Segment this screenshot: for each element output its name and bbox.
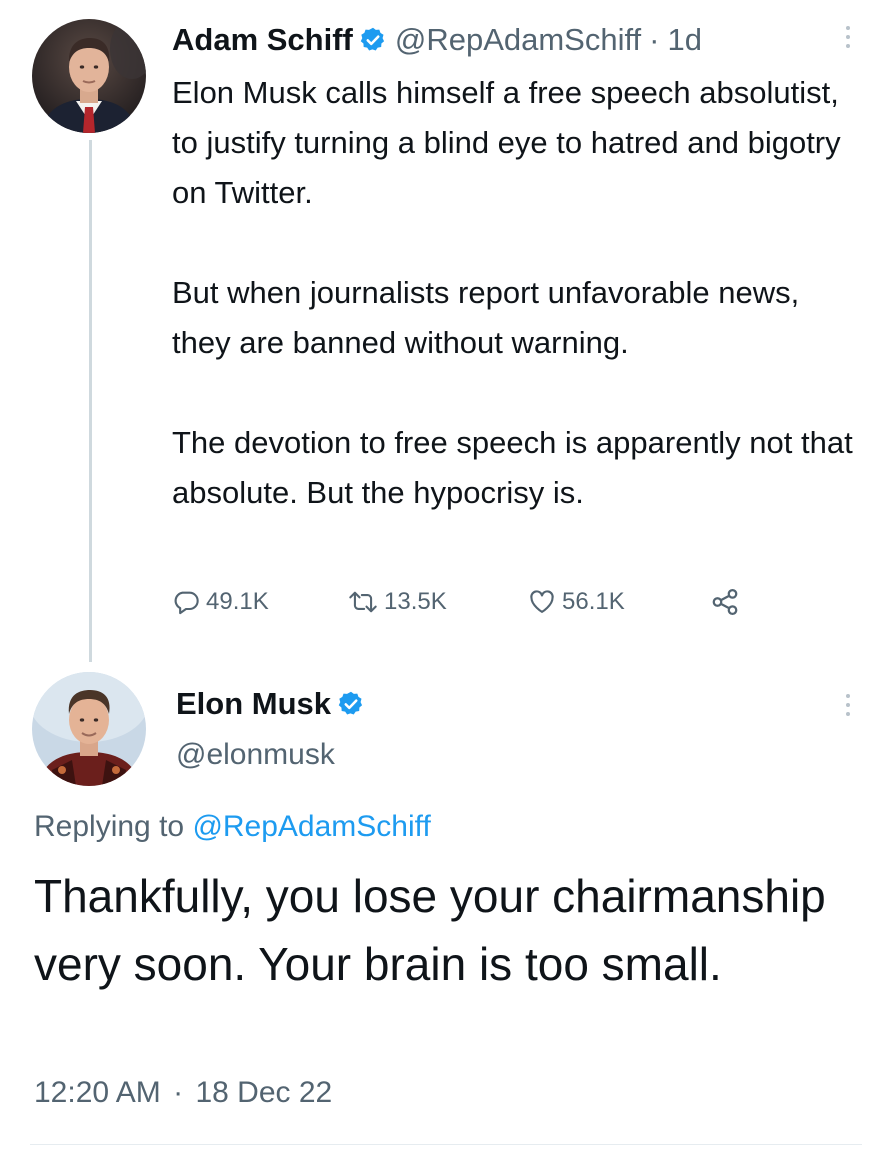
share-button[interactable] <box>710 584 740 620</box>
author-name[interactable]: Adam Schiff <box>172 22 353 58</box>
reply-icon <box>172 588 200 616</box>
like-button[interactable]: 56.1K <box>528 584 625 620</box>
like-icon <box>528 588 556 616</box>
reply-author-row: Elon Musk <box>176 682 373 726</box>
replying-to-line: Replying to @RepAdamSchiff <box>34 810 431 844</box>
verified-badge-icon <box>359 26 387 54</box>
meta-separator: · <box>649 22 660 57</box>
parent-tweet-text: Elon Musk calls himself a free speech ab… <box>172 68 862 518</box>
avatar-elon-musk[interactable] <box>32 672 146 786</box>
thread-connector-line <box>89 140 92 662</box>
tweet-date: 18 Dec 22 <box>195 1076 333 1109</box>
share-icon <box>710 587 740 617</box>
parent-tweet-header: Adam Schiff @RepAdamSchiff · 1d <box>172 18 702 62</box>
tweet-time: 12:20 AM <box>34 1076 161 1109</box>
retweet-button[interactable]: 13.5K <box>348 584 447 620</box>
reply-tweet-text: Thankfully, you lose your chairmanship v… <box>34 870 826 990</box>
reply-count: 49.1K <box>206 588 269 615</box>
like-count: 56.1K <box>562 588 625 615</box>
tweet-thread-screenshot: Adam Schiff @RepAdamSchiff · 1d Elon Mus… <box>0 0 890 1155</box>
tweet-paragraph-2: But when journalists report unfavorable … <box>172 275 800 360</box>
replying-to-mention[interactable]: @RepAdamSchiff <box>192 810 430 843</box>
reply-button[interactable]: 49.1K <box>172 584 269 620</box>
divider <box>30 1144 862 1145</box>
date-separator: · <box>173 1076 184 1109</box>
reply-author-handle[interactable]: @elonmusk <box>176 738 335 772</box>
tweet-age[interactable]: 1d <box>667 22 701 58</box>
replying-to-label: Replying to <box>34 810 185 843</box>
more-icon[interactable] <box>845 694 851 716</box>
reply-author-name[interactable]: Elon Musk <box>176 686 331 722</box>
retweet-icon <box>348 588 378 616</box>
tweet-paragraph-1: Elon Musk calls himself a free speech ab… <box>172 75 841 210</box>
verified-badge-icon <box>337 690 365 718</box>
avatar-adam-schiff[interactable] <box>32 19 146 133</box>
tweet-timestamp[interactable]: 12:20 AM · 18 Dec 22 <box>34 1076 332 1110</box>
author-handle[interactable]: @RepAdamSchiff <box>395 22 641 58</box>
retweet-count: 13.5K <box>384 588 447 615</box>
more-icon[interactable] <box>845 26 851 48</box>
tweet-paragraph-3: The devotion to free speech is apparentl… <box>172 425 853 510</box>
